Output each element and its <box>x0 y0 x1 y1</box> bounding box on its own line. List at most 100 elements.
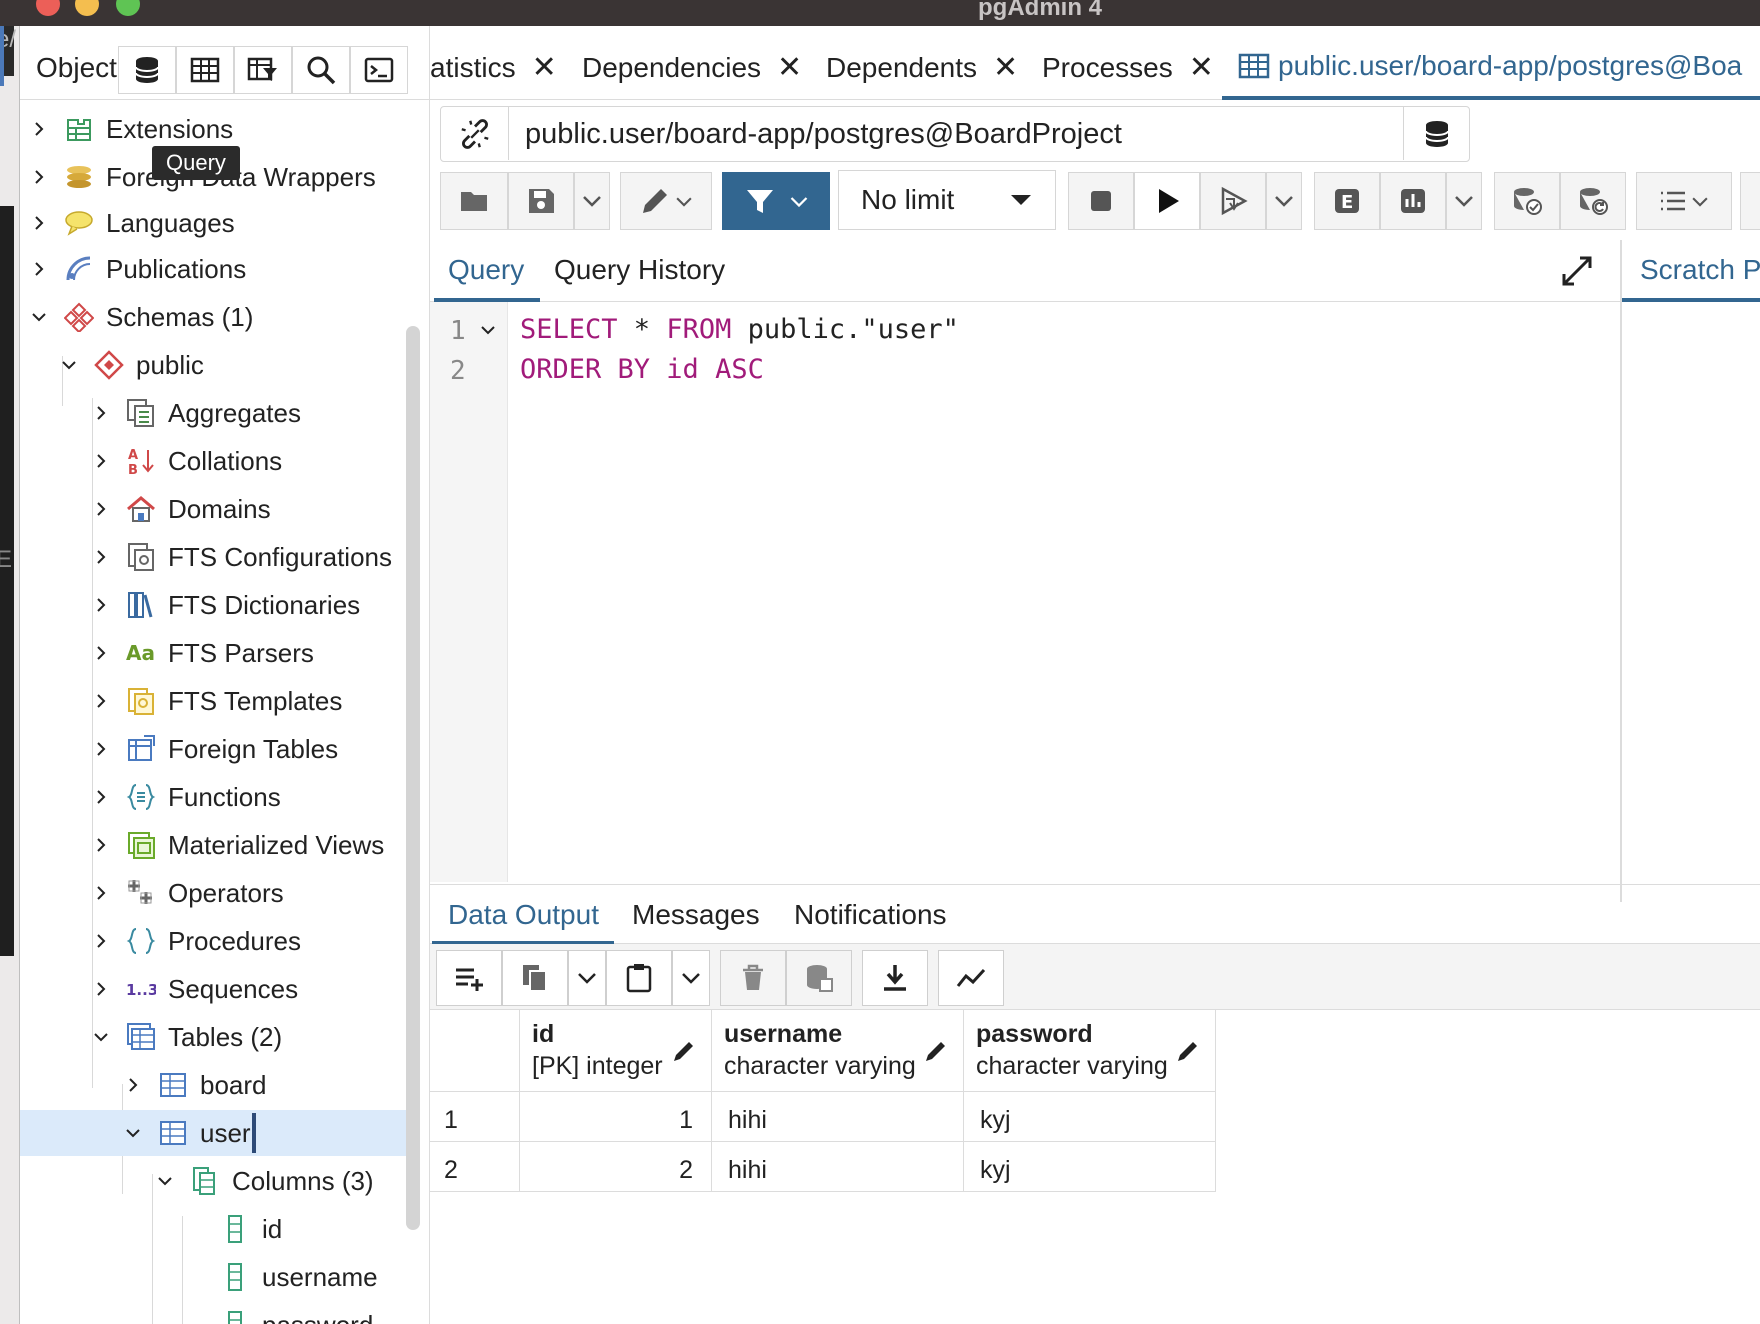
row-number-header[interactable] <box>430 1010 520 1092</box>
tree-item-domains[interactable]: Domains <box>20 486 420 532</box>
sql-keyword: ORDER BY id ASC <box>520 354 764 385</box>
dropdown-caret-icon <box>1011 195 1031 205</box>
commit-button[interactable] <box>1494 172 1560 230</box>
tab-statistics[interactable]: atistics ✕ <box>430 50 557 85</box>
tab-notifications[interactable]: Notifications <box>794 899 947 931</box>
tree-item-fts-templates[interactable]: FTS Templates <box>20 678 420 724</box>
tree-item-columns[interactable]: Columns (3) <box>20 1158 420 1204</box>
tree-item-column-username[interactable]: username <box>20 1254 420 1300</box>
tree-item-column-password[interactable]: password <box>20 1302 420 1324</box>
functions-icon <box>126 784 156 810</box>
row-limit-select[interactable]: No limit <box>838 170 1056 230</box>
cell-value: hihi <box>728 1156 767 1184</box>
stop-button[interactable] <box>1068 172 1134 230</box>
open-file-button[interactable] <box>440 172 508 230</box>
tree-item-foreign-tables[interactable]: Foreign Tables <box>20 726 420 772</box>
copy-options-dropdown[interactable] <box>568 950 606 1006</box>
filter-button[interactable] <box>722 172 830 230</box>
edit-menu-button[interactable] <box>620 172 712 230</box>
rollback-button[interactable] <box>1560 172 1626 230</box>
tab-query-tool[interactable]: public.user/board-app/postgres@Boa <box>1238 50 1742 82</box>
save-options-dropdown[interactable] <box>574 172 610 230</box>
tree-item-fts-configurations[interactable]: FTS Configurations <box>20 534 420 580</box>
fold-chevron-icon[interactable] <box>480 322 496 338</box>
explorer-scrollbar[interactable] <box>406 326 420 1230</box>
download-button[interactable] <box>862 950 928 1006</box>
tree-item-languages[interactable]: Languages <box>20 200 420 246</box>
tree-item-publications[interactable]: Publications <box>20 246 420 292</box>
change-connection-button[interactable] <box>1403 107 1469 160</box>
execute-button[interactable] <box>1134 172 1200 230</box>
table-cell[interactable]: 2 <box>520 1142 712 1192</box>
tree-item-sequences[interactable]: 1..3 Sequences <box>20 966 420 1012</box>
close-icon[interactable]: ✕ <box>1189 50 1214 85</box>
tree-item-fts-dictionaries[interactable]: FTS Dictionaries <box>20 582 420 628</box>
tree-item-label: Publications <box>106 253 247 284</box>
paste-button[interactable] <box>606 950 672 1006</box>
tree-item-functions[interactable]: Functions <box>20 774 420 820</box>
tab-processes[interactable]: Processes ✕ <box>1042 50 1214 85</box>
tab-dependents[interactable]: Dependents ✕ <box>826 50 1018 85</box>
row-number-cell[interactable]: 1 <box>430 1092 520 1142</box>
add-row-button[interactable] <box>436 950 502 1006</box>
close-icon[interactable]: ✕ <box>532 50 557 85</box>
search-objects-button[interactable] <box>292 46 350 94</box>
pencil-icon[interactable] <box>671 1038 697 1064</box>
cell-value: hihi <box>728 1106 767 1134</box>
save-data-button[interactable] <box>786 950 852 1006</box>
pencil-icon[interactable] <box>1175 1038 1201 1064</box>
execute-script-button[interactable] <box>1200 172 1266 230</box>
tree-item-materialized-views[interactable]: Materialized Views <box>20 822 420 868</box>
tree-item-tables[interactable]: Tables (2) <box>20 1014 420 1060</box>
connection-string[interactable]: public.user/board-app/postgres@BoardProj… <box>525 118 1122 151</box>
query-tool-button[interactable] <box>118 46 176 94</box>
table-cell[interactable]: kyj <box>964 1142 1216 1192</box>
explain-analyze-button[interactable] <box>1380 172 1446 230</box>
tree-item-public[interactable]: public <box>20 342 420 388</box>
more-toolbar-button[interactable] <box>1740 172 1760 230</box>
tree-item-collations[interactable]: AB Collations <box>20 438 420 484</box>
filtered-rows-button[interactable] <box>234 46 292 94</box>
tab-query-history[interactable]: Query History <box>554 254 725 286</box>
save-file-button[interactable] <box>508 172 574 230</box>
tree-item-schemas[interactable]: Schemas (1) <box>20 294 420 340</box>
tree-item-operators[interactable]: Operators <box>20 870 420 916</box>
table-cell[interactable]: kyj <box>964 1092 1216 1142</box>
graph-visualiser-button[interactable] <box>938 950 1004 1006</box>
tree-item-procedures[interactable]: Procedures <box>20 918 420 964</box>
tab-data-output[interactable]: Data Output <box>448 899 599 931</box>
table-cell[interactable]: hihi <box>712 1142 964 1192</box>
copy-button[interactable] <box>502 950 568 1006</box>
tree-item-table-board[interactable]: board <box>20 1062 420 1108</box>
tree-item-column-id[interactable]: id <box>20 1206 420 1252</box>
tab-dependencies[interactable]: Dependencies ✕ <box>582 50 802 85</box>
column-name: username <box>724 1020 843 1048</box>
table-cell[interactable]: 1 <box>520 1092 712 1142</box>
tab-scratch-pad[interactable]: Scratch P <box>1640 254 1760 286</box>
tree-item-fts-parsers[interactable]: Aa FTS Parsers <box>20 630 420 676</box>
pencil-icon[interactable] <box>923 1038 949 1064</box>
row-number-cell[interactable]: 2 <box>430 1142 520 1192</box>
close-icon[interactable]: ✕ <box>993 50 1018 85</box>
tab-messages[interactable]: Messages <box>632 899 760 931</box>
column-header-password[interactable]: password character varying <box>964 1010 1216 1092</box>
explain-options-dropdown[interactable] <box>1446 172 1482 230</box>
paste-options-dropdown[interactable] <box>672 950 710 1006</box>
expand-icon[interactable] <box>1560 254 1594 288</box>
explain-button[interactable]: E <box>1314 172 1380 230</box>
tree-item-table-user[interactable]: user <box>20 1110 420 1156</box>
sql-editor[interactable]: 1 2 SELECT * FROM public."user" ORDER BY… <box>430 302 1620 882</box>
sql-keyword: SELECT <box>520 314 618 345</box>
psql-tool-button[interactable] <box>350 46 408 94</box>
execute-options-dropdown[interactable] <box>1266 172 1302 230</box>
table-cell[interactable]: hihi <box>712 1092 964 1142</box>
delete-row-button[interactable] <box>720 950 786 1006</box>
column-header-id[interactable]: id [PK] integer <box>520 1010 712 1092</box>
tree-item-aggregates[interactable]: Aggregates <box>20 390 420 436</box>
close-icon[interactable]: ✕ <box>777 50 802 85</box>
connection-status-button[interactable] <box>441 107 509 160</box>
column-header-username[interactable]: username character varying <box>712 1010 964 1092</box>
view-data-button[interactable] <box>176 46 234 94</box>
tab-query[interactable]: Query <box>448 254 524 286</box>
macros-button[interactable] <box>1636 172 1732 230</box>
